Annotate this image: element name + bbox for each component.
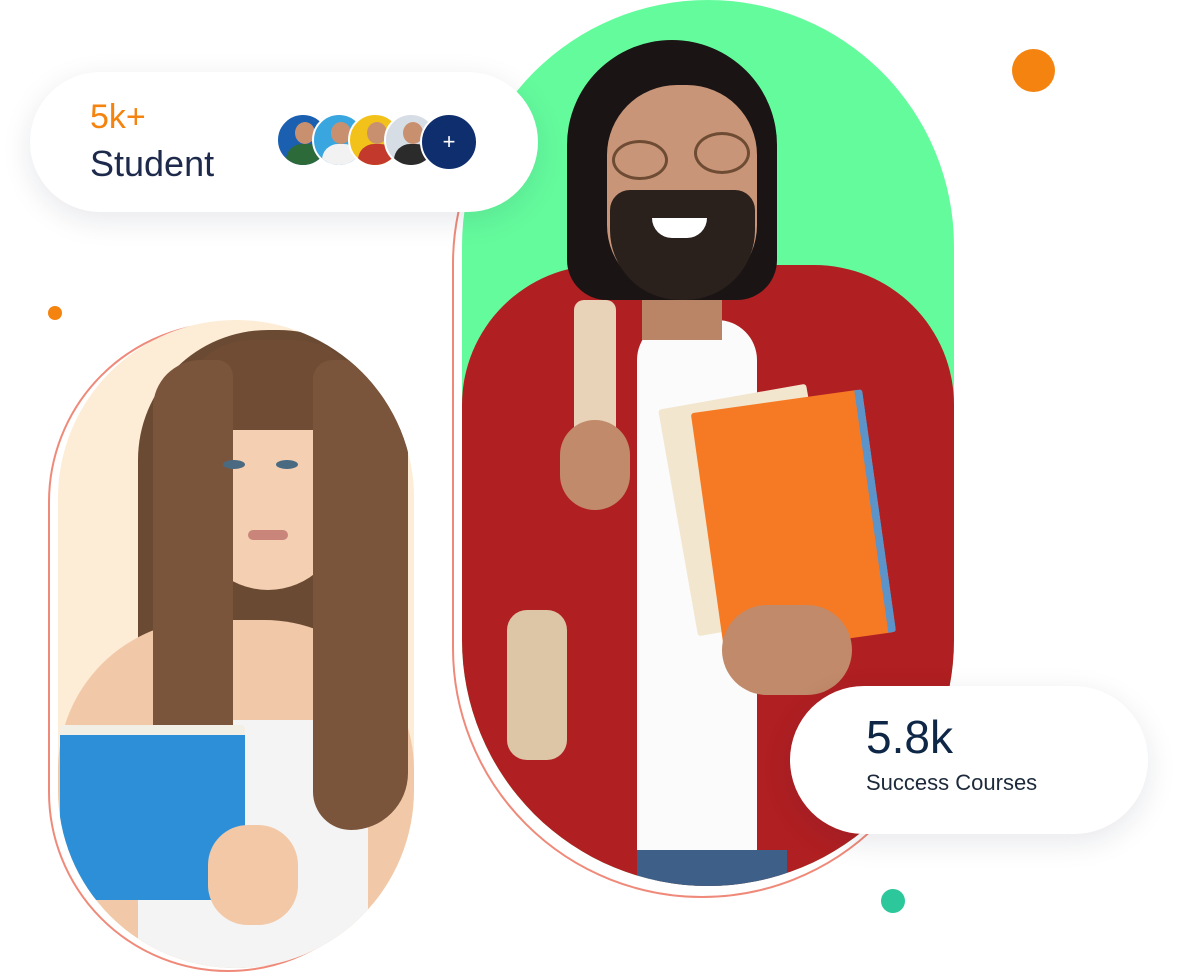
students-count: 5k+ — [90, 98, 146, 136]
glasses-left-lens — [612, 140, 668, 180]
guy-hand-book — [722, 605, 852, 695]
decorative-orange-dot-small — [48, 306, 62, 320]
girl-eye-left — [223, 460, 245, 469]
girl-lips — [248, 530, 288, 540]
more-students-plus-icon[interactable]: + — [420, 113, 478, 171]
girl-hand — [208, 825, 298, 925]
girl-hair-right — [313, 360, 408, 830]
students-label: Student — [90, 143, 215, 184]
jeans — [637, 850, 787, 886]
female-student-photo — [58, 320, 414, 968]
students-stat-card: 5k+ Student + — [30, 72, 538, 212]
courses-count: 5.8k — [866, 711, 953, 763]
guy-hand-strap — [560, 420, 630, 510]
courses-stat-card: 5.8k Success Courses — [790, 686, 1148, 834]
glasses-right-lens — [694, 132, 750, 174]
courses-label: Success Courses — [866, 770, 1038, 795]
girl-eye-right — [276, 460, 298, 469]
backpack — [507, 610, 567, 760]
decorative-teal-dot — [881, 889, 905, 913]
decorative-orange-dot-large — [1012, 49, 1055, 92]
